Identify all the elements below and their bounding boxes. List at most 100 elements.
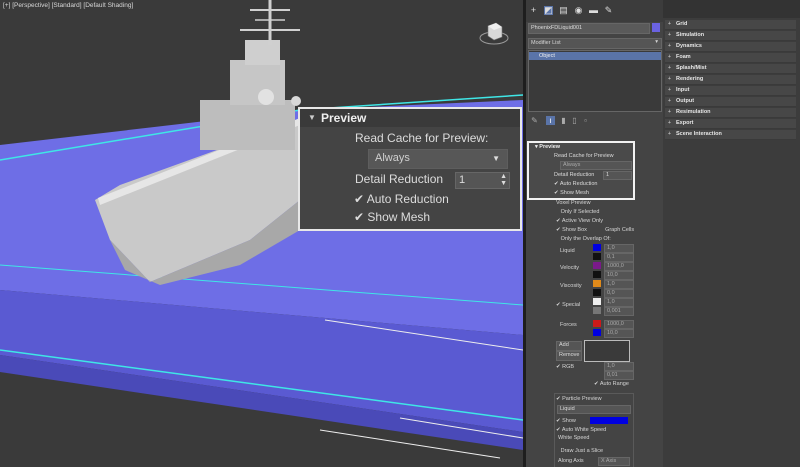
rollout-output[interactable]: + Output [665, 97, 796, 107]
special-checkbox[interactable]: ✔ Special [556, 302, 580, 308]
rgb-label: RGB [562, 364, 575, 370]
preview-small-title[interactable]: ▾ Preview [535, 144, 560, 150]
rollout-simulation[interactable]: + Simulation [665, 31, 796, 41]
utilities-tab-icon[interactable]: ✎ [604, 6, 613, 15]
rollout-input[interactable]: + Input [665, 86, 796, 96]
modifier-list-dropdown[interactable]: Modifier List ▾ [528, 38, 662, 49]
rgb-checkbox[interactable]: ✔ RGB [556, 364, 574, 370]
value-text: 10,0 [607, 330, 618, 336]
preview-title: Preview [321, 111, 367, 125]
voxel-channel-list[interactable] [584, 340, 630, 362]
show-mesh-small-checkbox[interactable]: ✔ Show Mesh [554, 190, 589, 196]
particle-preview-label: Particle Preview [562, 396, 602, 402]
particle-system-dropdown[interactable]: Liquid [557, 405, 631, 414]
rollout-grid[interactable]: + Grid [665, 20, 796, 30]
rollout-scene-interaction[interactable]: + Scene Interaction [665, 130, 796, 140]
expand-plus-icon: + [668, 65, 671, 71]
pin-stack-icon[interactable]: ✎ [530, 116, 539, 125]
liquid-color-1[interactable] [593, 244, 601, 251]
hierarchy-tab-icon[interactable]: ▤ [559, 6, 568, 15]
only-overlap-checkbox[interactable]: Only the Overlap Of: [556, 236, 611, 242]
liquid-max-input[interactable]: 0,1 [604, 253, 634, 262]
remove-modifier-icon[interactable]: ▯ [570, 116, 579, 125]
viscosity-max-input[interactable]: 0,0 [604, 289, 634, 298]
forces-color-2[interactable] [593, 329, 601, 336]
viewport-label[interactable]: [+] [Perspective] [Standard] [Default Sh… [3, 2, 133, 9]
viewcube-icon[interactable] [479, 20, 509, 46]
auto-reduction-small-checkbox[interactable]: ✔ Auto Reduction [554, 181, 597, 187]
display-tab-icon[interactable]: ▬ [589, 6, 598, 15]
object-color-swatch[interactable] [652, 23, 660, 32]
velocity-color-1[interactable] [593, 262, 601, 269]
rollout-export[interactable]: + Export [665, 119, 796, 129]
detail-reduction-small-label: Detail Reduction [554, 172, 595, 178]
add-button[interactable]: Add [556, 341, 582, 351]
along-axis-dropdown[interactable]: X Axis [598, 457, 630, 466]
auto-range-checkbox[interactable]: ✔ Auto Range [594, 381, 629, 387]
rgb-min-input[interactable]: 1,0 [604, 362, 634, 371]
active-view-only-checkbox[interactable]: ✔ Active View Only [556, 218, 603, 224]
special-label: Special [562, 302, 581, 308]
special-min-input[interactable]: 1,0 [604, 298, 634, 307]
rollout-foam[interactable]: + Foam [665, 53, 796, 63]
viscosity-color-2[interactable] [593, 289, 601, 296]
collapse-arrow-icon[interactable]: ▼ [308, 113, 316, 122]
create-tab-icon[interactable]: + [529, 6, 538, 15]
remove-button[interactable]: Remove [556, 351, 582, 361]
forces-min-input[interactable]: 1000,0 [604, 320, 634, 329]
liquid-min-input[interactable]: 1,0 [604, 244, 634, 253]
modifier-stack[interactable]: Object [528, 50, 662, 112]
configure-sets-icon[interactable]: ▫ [581, 116, 590, 125]
auto-white-speed-checkbox[interactable]: ✔ Auto White Speed [556, 427, 606, 433]
stack-item-object[interactable]: Object [529, 52, 661, 60]
auto-reduction-label: Auto Reduction [366, 192, 449, 206]
special-color-1[interactable] [593, 298, 601, 305]
make-unique-icon[interactable]: ▮ [559, 116, 568, 125]
velocity-min-input[interactable]: 1000,0 [604, 262, 634, 271]
auto-reduction-checkbox[interactable]: ✔ Auto Reduction [354, 192, 449, 206]
object-name-field[interactable]: PhoenixFDLiquid001 [528, 23, 650, 34]
detail-reduction-small-spinner[interactable]: 1 [603, 171, 632, 180]
forces-label: Forces [560, 322, 577, 328]
modify-tab-icon[interactable]: ◩ [544, 6, 553, 15]
rollout-label: Output [676, 98, 695, 104]
velocity-color-2[interactable] [593, 271, 601, 278]
read-cache-dropdown[interactable]: Always ▼ [368, 149, 508, 169]
graph-cells-checkbox[interactable]: Graph Cells [602, 227, 634, 233]
motion-tab-icon[interactable]: ◉ [574, 6, 583, 15]
rollout-resimulation[interactable]: + Resimulation [665, 108, 796, 118]
show-particles-checkbox[interactable]: ✔ Show [556, 418, 576, 424]
auto-range-label: Auto Range [599, 381, 629, 387]
show-mesh-checkbox[interactable]: ✔ Show Mesh [354, 210, 430, 224]
show-box-checkbox[interactable]: ✔ Show Box [556, 227, 587, 233]
remove-label: Remove [559, 352, 580, 358]
rollout-label: Rendering [676, 76, 704, 82]
rollout-splash-mist[interactable]: + Splash/Mist [665, 64, 796, 74]
read-cache-small-dropdown[interactable]: Always [560, 161, 632, 170]
detail-reduction-spinner[interactable]: 1 ▲ ▼ [455, 172, 510, 189]
forces-color-1[interactable] [593, 320, 601, 327]
only-if-selected-checkbox[interactable]: Only If Selected [556, 209, 600, 215]
rollout-dynamics[interactable]: + Dynamics [665, 42, 796, 52]
spinner-arrows-icon[interactable]: ▲ ▼ [500, 173, 507, 187]
preview-small-label: Preview [539, 144, 561, 150]
preview-highlight-box: ▾ Preview Read Cache for Preview Always … [527, 141, 635, 200]
particle-preview-checkbox[interactable]: ✔ Particle Preview [556, 396, 602, 402]
show-label: Show [562, 418, 576, 424]
active-view-only-label: Active View Only [561, 218, 604, 224]
special-color-2[interactable] [593, 307, 601, 314]
liquid-label: Liquid [560, 248, 575, 254]
rollout-rendering[interactable]: + Rendering [665, 75, 796, 85]
show-end-result-icon[interactable]: ı [546, 116, 555, 125]
expand-plus-icon: + [668, 43, 671, 49]
viscosity-color-1[interactable] [593, 280, 601, 287]
viewport-perspective[interactable]: [+] [Perspective] [Standard] [Default Sh… [0, 0, 523, 467]
draw-slice-checkbox[interactable]: Draw Just a Slice [556, 448, 604, 454]
velocity-max-input[interactable]: 10,0 [604, 271, 634, 280]
special-max-input[interactable]: 0,001 [604, 307, 634, 316]
rgb-max-input[interactable]: 0,01 [604, 371, 634, 380]
liquid-color-2[interactable] [593, 253, 601, 260]
viscosity-min-input[interactable]: 1,0 [604, 280, 634, 289]
particle-color-swatch[interactable] [590, 417, 628, 424]
forces-max-input[interactable]: 10,0 [604, 329, 634, 338]
